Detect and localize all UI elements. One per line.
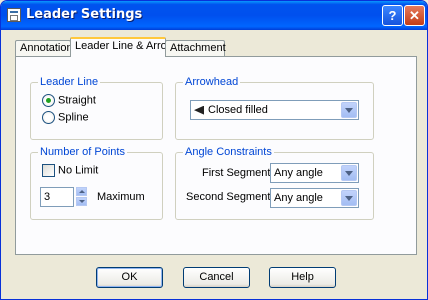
app-icon (7, 8, 21, 22)
leader-line-group: Leader Line Straight Spline (30, 76, 163, 140)
first-segment-select[interactable]: Any angle (270, 163, 359, 183)
no-limit-label: No Limit (58, 164, 99, 177)
second-segment-value: Any angle (274, 192, 323, 204)
tab-leader-line-arrow[interactable]: Leader Line & Arrow (70, 37, 166, 57)
chevron-down-icon[interactable] (341, 102, 357, 118)
first-segment-value: Any angle (274, 167, 323, 179)
closed-filled-arrow-icon (194, 105, 204, 115)
max-points-value: 3 (44, 191, 51, 203)
number-of-points-title: Number of Points (38, 146, 127, 158)
leader-settings-dialog: Leader Settings ? ✕ Annotation Leader Li… (0, 0, 428, 300)
spin-up-icon[interactable] (76, 187, 87, 196)
first-segment-label: First Segment: (202, 167, 274, 179)
arrowhead-title: Arrowhead (183, 76, 241, 88)
spline-radio[interactable]: Spline (42, 111, 89, 125)
straight-radio-button[interactable] (42, 94, 55, 107)
spin-down-icon[interactable] (76, 197, 87, 206)
arrowhead-value: Closed filled (208, 104, 268, 116)
arrowhead-group: Arrowhead Closed filled (175, 76, 374, 140)
second-segment-label: Second Segment: (186, 191, 274, 203)
straight-radio[interactable]: Straight (42, 94, 96, 108)
spline-radio-button[interactable] (42, 111, 55, 124)
arrowhead-value-wrap: Closed filled (194, 104, 268, 116)
angle-constraints-title: Angle Constraints (183, 146, 274, 158)
help-title-button[interactable]: ? (382, 5, 403, 26)
max-points-input[interactable]: 3 (40, 187, 74, 207)
second-segment-select[interactable]: Any angle (270, 188, 359, 208)
chevron-down-icon[interactable] (341, 165, 357, 181)
leader-line-title: Leader Line (38, 76, 101, 88)
window-title: Leader Settings (26, 7, 143, 22)
no-limit-checkbox[interactable]: No Limit (42, 164, 98, 178)
chevron-down-icon[interactable] (341, 190, 357, 206)
angle-constraints-group: Angle Constraints First Segment: Any ang… (175, 146, 374, 220)
cancel-button[interactable]: Cancel (183, 267, 250, 288)
tab-panel: Leader Line Straight Spline Arrowhead Cl… (15, 56, 417, 255)
close-button[interactable]: ✕ (404, 5, 425, 26)
help-button[interactable]: Help (269, 267, 336, 288)
number-of-points-group: Number of Points No Limit 3 Maximum (30, 146, 163, 220)
spline-label: Spline (58, 111, 89, 124)
ok-button[interactable]: OK (96, 267, 163, 288)
tab-attachment[interactable]: Attachment (165, 40, 226, 57)
straight-label: Straight (58, 94, 96, 107)
title-bar[interactable]: Leader Settings ? ✕ (1, 1, 427, 30)
maximum-label: Maximum (97, 191, 145, 203)
arrowhead-select[interactable]: Closed filled (190, 100, 359, 120)
no-limit-check[interactable] (42, 164, 55, 177)
tab-annotation[interactable]: Annotation (15, 40, 73, 57)
